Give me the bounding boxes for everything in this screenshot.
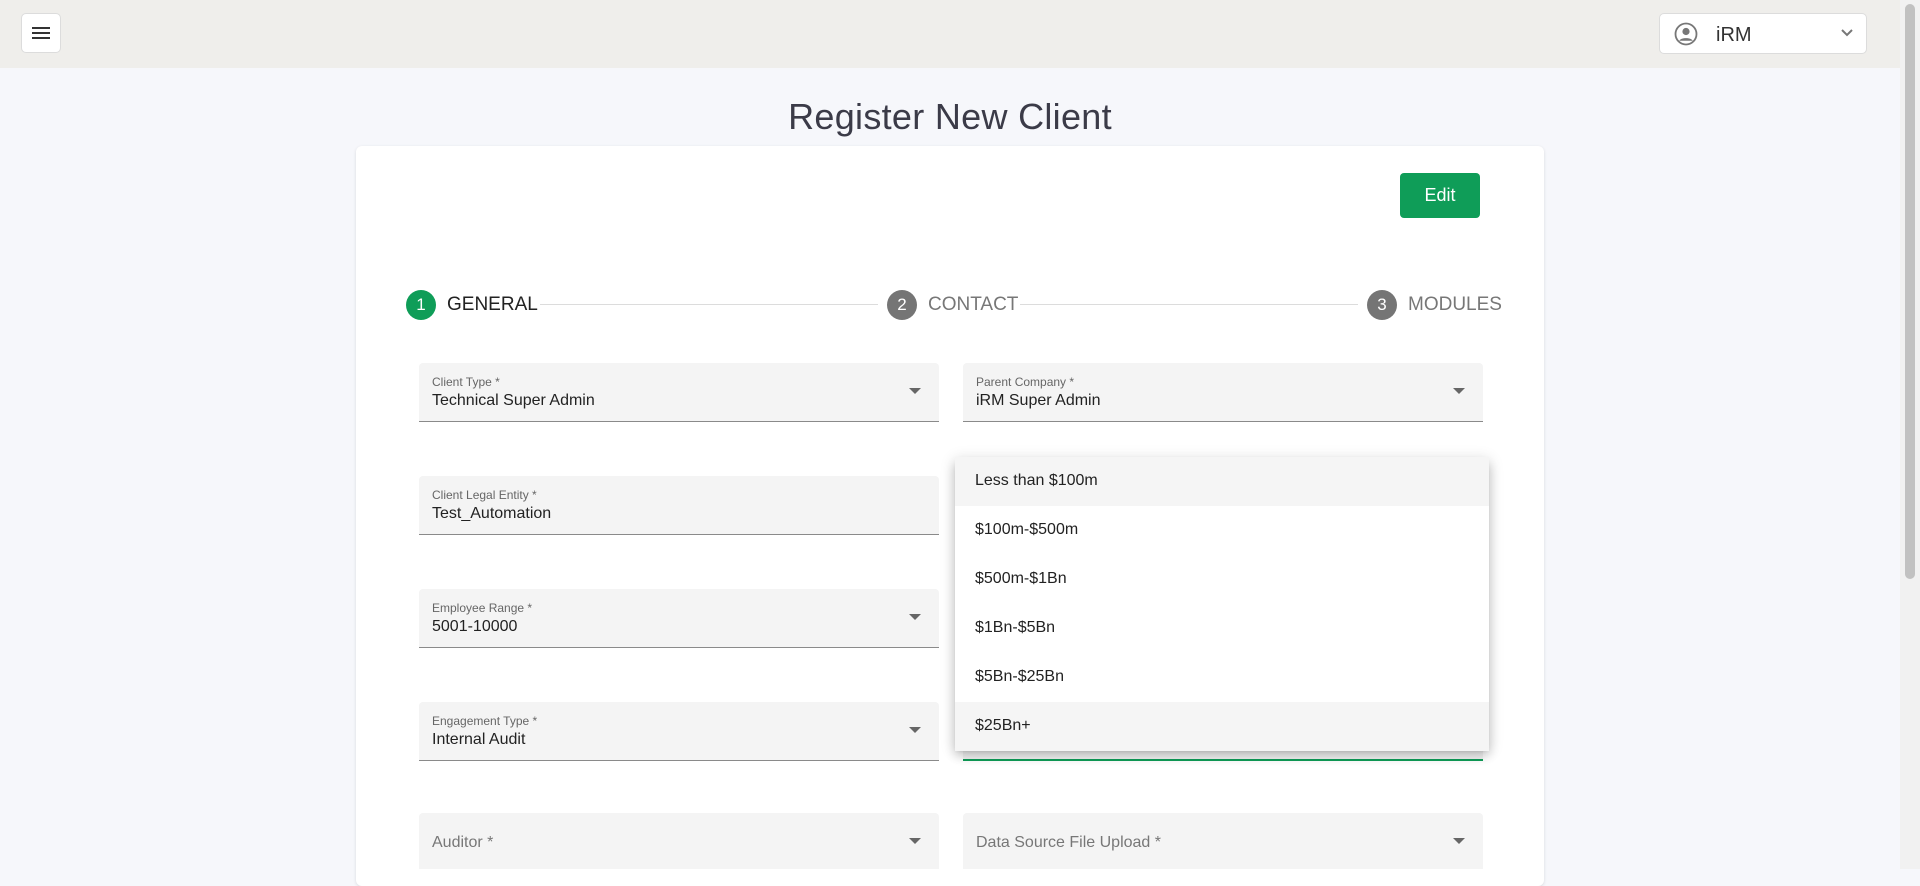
field-value: 5001-10000 [432, 618, 518, 635]
field-value: iRM Super Admin [976, 392, 1101, 409]
menu-button[interactable] [21, 13, 61, 53]
field-label: Engagement Type * [432, 714, 538, 728]
step-number: 3 [1367, 290, 1397, 320]
field-label: Employee Range * [432, 601, 533, 615]
dropdown-arrow-icon [909, 727, 921, 733]
field-label: Client Type * [432, 375, 500, 389]
step-label: MODULES [1408, 294, 1502, 315]
field-label: Client Legal Entity * [432, 488, 537, 502]
field-placeholder: Data Source File Upload * [976, 834, 1161, 851]
page-title: Register New Client [788, 96, 1112, 137]
step-label: CONTACT [928, 294, 1019, 315]
dropdown-option[interactable]: $100m-$500m [955, 506, 1489, 555]
field-value: Internal Audit [432, 731, 526, 748]
user-menu-select[interactable]: iRM [1659, 13, 1867, 54]
step-number: 1 [406, 290, 436, 320]
dropdown-option[interactable]: $5Bn-$25Bn [955, 653, 1489, 702]
step-general[interactable]: 1 GENERAL [406, 290, 538, 320]
user-name: iRM [1716, 24, 1752, 46]
client-legal-entity-input[interactable]: Client Legal Entity * Test_Automation [419, 476, 939, 535]
field-value: Test_Automation [432, 505, 552, 522]
dropdown-arrow-icon [1453, 388, 1465, 394]
engagement-type-select[interactable]: Engagement Type * Internal Audit [419, 702, 939, 761]
dropdown-arrow-icon [1453, 838, 1465, 844]
dropdown-option[interactable]: $1Bn-$5Bn [955, 604, 1489, 653]
dropdown-arrow-icon [909, 838, 921, 844]
step-connector [1020, 304, 1358, 305]
dropdown-option[interactable]: $25Bn+ [955, 702, 1489, 751]
auditor-select[interactable]: Auditor * [419, 813, 939, 869]
hamburger-icon [32, 27, 50, 39]
user-avatar-icon [1674, 22, 1698, 46]
scrollbar-thumb[interactable] [1905, 4, 1915, 579]
chevron-down-icon [1841, 29, 1853, 37]
field-value: Technical Super Admin [432, 392, 595, 409]
step-modules[interactable]: 3 MODULES [1367, 290, 1502, 320]
top-bar: iRM [0, 0, 1900, 68]
step-number: 2 [887, 290, 917, 320]
page-scrollbar[interactable] [1900, 0, 1920, 869]
step-label: GENERAL [447, 294, 538, 315]
employee-range-select[interactable]: Employee Range * 5001-10000 [419, 589, 939, 648]
field-label: Parent Company * [976, 375, 1075, 389]
dropdown-option[interactable]: Less than $100m [955, 457, 1489, 506]
parent-company-select[interactable]: Parent Company * iRM Super Admin [963, 363, 1483, 422]
field-placeholder: Auditor * [432, 834, 494, 851]
dropdown-arrow-icon [909, 388, 921, 394]
data-source-upload-select[interactable]: Data Source File Upload * [963, 813, 1483, 869]
dropdown-option[interactable]: $500m-$1Bn [955, 555, 1489, 604]
revenue-dropdown-panel: Less than $100m $100m-$500m $500m-$1Bn $… [955, 457, 1489, 751]
client-type-select[interactable]: Client Type * Technical Super Admin [419, 363, 939, 422]
step-contact[interactable]: 2 CONTACT [887, 290, 1018, 320]
dropdown-arrow-icon [909, 614, 921, 620]
edit-button[interactable]: Edit [1400, 173, 1480, 218]
step-connector [540, 304, 878, 305]
